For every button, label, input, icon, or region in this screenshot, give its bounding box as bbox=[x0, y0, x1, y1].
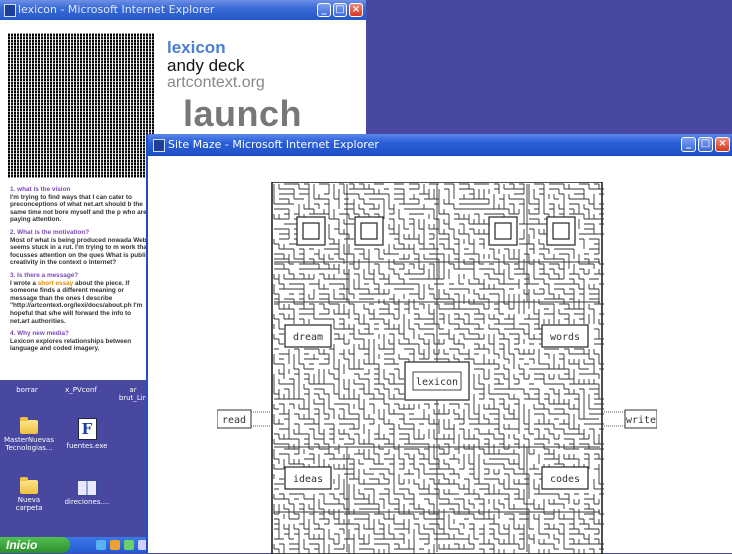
ie-icon bbox=[4, 4, 16, 17]
close-icon: × bbox=[351, 4, 361, 15]
minimize-button[interactable]: _ bbox=[317, 3, 331, 17]
desktop-icon-label: direciones.... bbox=[64, 498, 110, 506]
book-icon bbox=[77, 480, 97, 496]
folder-icon bbox=[20, 477, 38, 494]
site-maze-window-title: Site Maze - Microsoft Internet Explorer bbox=[168, 138, 379, 151]
maze-label-read: read bbox=[222, 415, 246, 426]
desktop-icon-label: x_PVconf bbox=[65, 386, 97, 394]
desktop-icon-borrar[interactable]: borrar bbox=[2, 386, 52, 394]
maze-entry-right[interactable]: write bbox=[602, 409, 657, 429]
desktop-icon-label: borrar bbox=[16, 386, 38, 394]
faq-answer: I'm trying to find ways that I can cater… bbox=[10, 193, 147, 224]
minimize-icon: _ bbox=[321, 4, 327, 15]
launch-link[interactable]: launch bbox=[183, 93, 302, 135]
minimize-button[interactable]: _ bbox=[681, 137, 696, 152]
start-label: Inicio bbox=[6, 538, 38, 552]
desktop-icon-nueva-carpeta[interactable]: Nueva carpeta bbox=[4, 477, 54, 512]
desktop-quicklaunch-icon[interactable] bbox=[96, 540, 106, 550]
faq-answer: Most of what is being produced nowada We… bbox=[10, 236, 150, 267]
maze-label-codes: codes bbox=[550, 474, 580, 485]
desktop-icon-label: fuentes.exe bbox=[66, 442, 108, 450]
lexicon-heading: lexicon bbox=[167, 38, 226, 57]
media-quicklaunch-icon[interactable] bbox=[110, 540, 120, 550]
maze-label-words: words bbox=[550, 332, 580, 343]
faq-answer: Lexicon explores relationships between l… bbox=[10, 337, 132, 353]
maze-label-write: write bbox=[626, 415, 656, 426]
site-maze-browser-window[interactable]: Site Maze - Microsoft Internet Explorer … bbox=[146, 134, 732, 554]
maze-entry-left[interactable]: read bbox=[217, 409, 273, 429]
ie-icon bbox=[153, 139, 165, 152]
close-button[interactable]: × bbox=[349, 3, 363, 17]
faq-answer-text: about the piece. If someone finds a diff… bbox=[10, 279, 143, 325]
close-button[interactable]: × bbox=[715, 137, 730, 152]
taskbar: Inicio bbox=[0, 537, 160, 553]
maze-label-lexicon: lexicon bbox=[416, 377, 458, 388]
desktop-icon-ar-brut[interactable]: ar brut_Lin bbox=[116, 386, 150, 402]
app-quicklaunch-icon[interactable] bbox=[124, 540, 134, 550]
lexicon-window-titlebar[interactable]: lexicon - Microsoft Internet Explorer _ … bbox=[0, 0, 366, 20]
faq-question: 2. What is the motivation? bbox=[10, 228, 90, 236]
start-button[interactable]: Inicio bbox=[0, 537, 70, 553]
desktop-icon-masternuevas[interactable]: MasterNuevas Tecnologias... bbox=[4, 417, 54, 452]
short-essay-link[interactable]: short essay bbox=[38, 280, 74, 287]
faq-question: 1. what is the vision bbox=[10, 186, 71, 193]
maze-label-ideas: ideas bbox=[293, 474, 323, 485]
font-file-icon: F bbox=[77, 418, 97, 440]
maze-room-words[interactable]: words bbox=[541, 324, 589, 348]
close-icon: × bbox=[718, 138, 727, 149]
folder-icon bbox=[20, 417, 38, 434]
desktop-icon-label: Nueva carpeta bbox=[15, 496, 43, 512]
maze-room-codes[interactable]: codes bbox=[541, 466, 589, 490]
maze-graphic[interactable]: read write lexicon dream words ideas cod… bbox=[217, 182, 657, 554]
maximize-icon: □ bbox=[700, 138, 711, 149]
desktop-icon-direciones[interactable]: direciones.... bbox=[62, 480, 112, 506]
author-name: andy deck bbox=[167, 56, 245, 75]
maze-room-lexicon[interactable]: lexicon bbox=[404, 361, 470, 401]
faq-section: 1. what is the vision I'm trying to find… bbox=[10, 186, 150, 353]
faq-question: 4. Why new media? bbox=[10, 330, 69, 338]
maximize-icon: □ bbox=[335, 4, 345, 15]
maximize-button[interactable]: □ bbox=[333, 3, 347, 17]
maze-label-dream: dream bbox=[293, 332, 323, 343]
desktop-icon-fuentes[interactable]: F fuentes.exe bbox=[62, 418, 112, 450]
maze-room-dream[interactable]: dream bbox=[284, 324, 332, 348]
lexicon-text-noise-image[interactable] bbox=[8, 33, 155, 178]
faq-answer: I wrote a short essay about the piece. I… bbox=[10, 280, 150, 326]
site-maze[interactable]: read write lexicon dream words ideas cod… bbox=[217, 182, 732, 554]
site-maze-titlebar[interactable]: Site Maze - Microsoft Internet Explorer … bbox=[148, 134, 732, 156]
desktop-icon-label: ar brut_Lin bbox=[118, 386, 148, 402]
faq-question: 3. Is there a message? bbox=[10, 271, 79, 279]
maze-room-ideas[interactable]: ideas bbox=[284, 466, 332, 490]
minimize-icon: _ bbox=[686, 138, 691, 149]
desktop-icon-x-pvconf[interactable]: x_PVconf bbox=[56, 386, 106, 394]
faq-answer-text: I wrote a bbox=[10, 279, 38, 287]
site-name: artcontext.org bbox=[167, 74, 265, 91]
desktop-icon-label: MasterNuevas Tecnologias... bbox=[4, 436, 54, 452]
lexicon-window-title: lexicon - Microsoft Internet Explorer bbox=[18, 3, 215, 16]
maximize-button[interactable]: □ bbox=[698, 137, 713, 152]
